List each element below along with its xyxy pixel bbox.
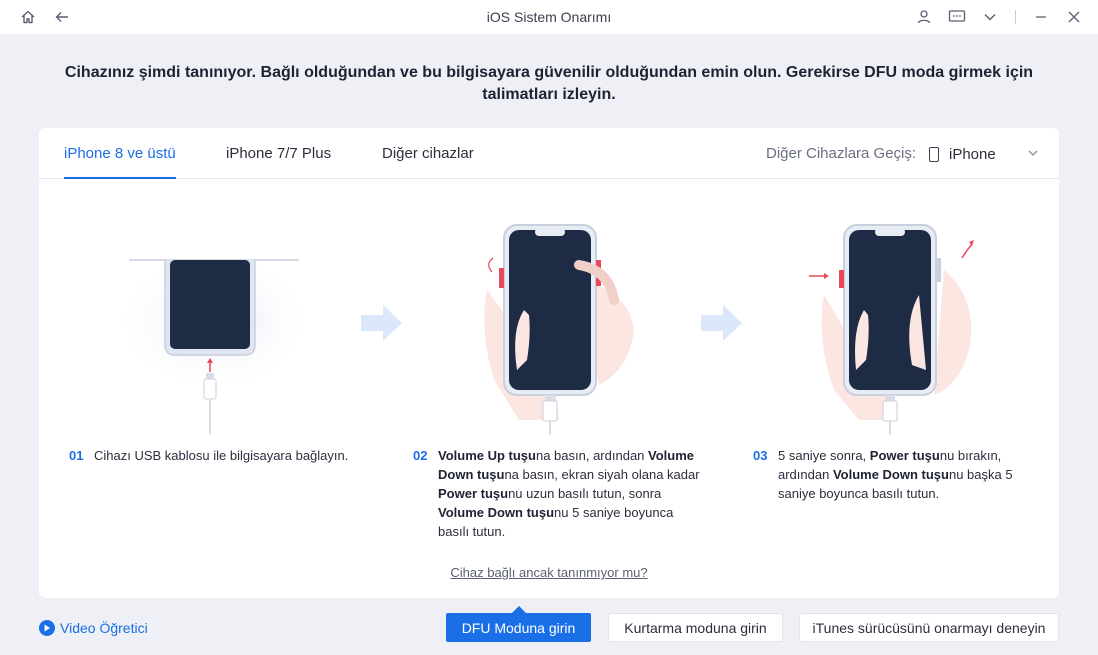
phone-icon [929,146,939,162]
enter-recovery-mode-button[interactable]: Kurtarma moduna girin [608,613,783,642]
step-1-number: 01 [69,448,84,463]
tab-other-devices[interactable]: Diğer cihazlar [382,145,474,179]
step-2-text-part: na basın, ardından [535,448,649,463]
video-tutorial-link[interactable]: Video Öğretici [39,620,148,636]
title-bar: iOS Sistem Onarımı [0,0,1098,34]
volume-buttons-illustration [459,220,639,435]
step-1-text-part: Cihazı USB kablosu ile bilgisayara bağla… [94,448,349,463]
step-3-text-part: 5 saniye sonra, [778,448,870,463]
minimize-icon[interactable] [1031,7,1051,27]
device-select-value: iPhone [949,145,996,163]
enter-dfu-mode-button[interactable]: DFU Moduna girin [446,613,591,642]
step-2: 02 Volume Up tuşuna basın, ardından Volu… [413,446,713,546]
feedback-icon[interactable] [947,7,967,27]
step-3-number: 03 [753,448,768,463]
selected-pointer [512,606,526,613]
chevron-down-icon[interactable] [980,7,1000,27]
step-2-text-part: nu uzun basılı tutun, sonra [508,486,662,501]
instructions-card: iPhone 8 ve üstü iPhone 7/7 Plus Diğer c… [39,128,1059,598]
step-2-text: Volume Up tuşuna basın, ardından Volume … [438,446,706,541]
step-2-text-part: Volume Up tuşu [438,448,536,463]
repair-itunes-driver-button[interactable]: iTunes sürücüsünü onarmayı deneyin [799,613,1059,642]
step-2-text-part: na basın, ekran siyah olana kadar [504,467,700,482]
tab-iphone-8-and-above[interactable]: iPhone 8 ve üstü [64,145,176,179]
step-2-text-part: Volume Down tuşu [438,505,555,520]
tab-iphone-7[interactable]: iPhone 7/7 Plus [226,145,331,179]
step-arrow-icon [361,303,403,348]
device-not-recognized-link[interactable]: Cihaz bağlı ancak tanınmıyor mu? [39,565,1059,580]
step-3: 03 5 saniye sonra, Power tuşunu bırakın,… [753,446,1053,506]
video-tutorial-label: Video Öğretici [60,620,148,636]
step-1: 01 Cihazı USB kablosu ile bilgisayara ba… [69,446,389,486]
divider [1015,10,1016,24]
chevron-down-icon [1027,146,1039,164]
step-3-text-part: Power tuşu [869,448,940,463]
step-2-text-part: Power tuşu [438,486,509,501]
page-heading: Cihazınız şimdi tanınıyor. Bağlı olduğun… [64,64,1034,103]
step-1-text: Cihazı USB kablosu ile bilgisayara bağla… [94,446,389,465]
device-select[interactable]: iPhone [929,142,1039,166]
step-2-number: 02 [413,448,428,463]
device-switch-label: Diğer Cihazlara Geçiş: [766,145,917,162]
step-3-text: 5 saniye sonra, Power tuşunu bırakın, ar… [778,446,1046,503]
close-icon[interactable] [1064,7,1084,27]
device-tabs: iPhone 8 ve üstü iPhone 7/7 Plus Diğer c… [39,128,1059,179]
play-icon [39,620,55,636]
usb-connect-illustration [124,220,304,435]
user-icon[interactable] [914,7,934,27]
step-3-text-part: Volume Down tuşu [832,467,949,482]
power-release-illustration [804,220,984,435]
step-arrow-icon [701,303,743,348]
